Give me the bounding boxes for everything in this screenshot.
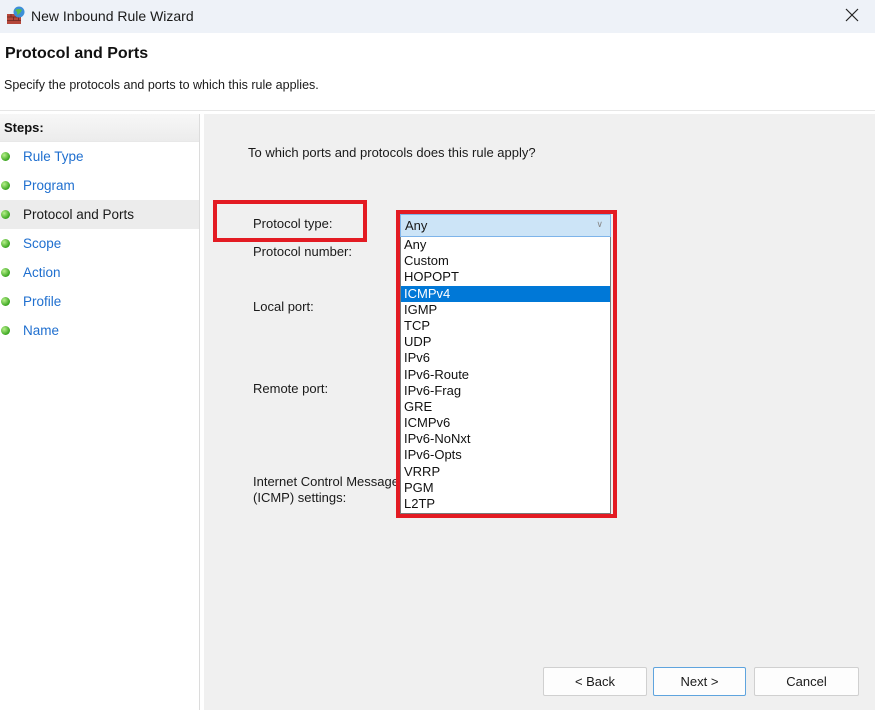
step-scope[interactable]: Scope [0, 229, 199, 258]
protocol-option-gre[interactable]: GRE [401, 399, 610, 415]
window-title: New Inbound Rule Wizard [31, 8, 194, 24]
firewall-globe-icon [6, 6, 26, 26]
protocol-option-igmp[interactable]: IGMP [401, 302, 610, 318]
protocol-type-label: Protocol type: [253, 216, 333, 231]
step-pending-icon [1, 239, 10, 248]
close-button[interactable] [829, 0, 875, 33]
question-text: To which ports and protocols does this r… [248, 145, 536, 160]
cancel-button[interactable]: Cancel [754, 667, 859, 696]
page-title: Protocol and Ports [5, 45, 149, 62]
step-protocol-and-ports[interactable]: Protocol and Ports [0, 200, 199, 229]
protocol-type-value: Any [405, 218, 428, 233]
step-pending-icon [1, 297, 10, 306]
step-name[interactable]: Name [0, 316, 199, 345]
back-button[interactable]: < Back [543, 667, 647, 696]
step-label: Profile [23, 294, 62, 309]
step-label: Protocol and Ports [23, 207, 135, 222]
protocol-option-hopopt[interactable]: HOPOPT [401, 269, 610, 285]
protocol-option-vrrp[interactable]: VRRP [401, 464, 610, 480]
protocol-type-dropdown: Any Custom HOPOPT ICMPv4 IGMP TCP UDP IP… [400, 237, 611, 514]
step-label: Name [23, 323, 60, 338]
remote-port-label: Remote port: [253, 381, 329, 396]
page-subtitle: Specify the protocols and ports to which… [4, 78, 319, 92]
close-icon [845, 8, 859, 25]
step-complete-icon [1, 181, 10, 190]
steps-panel: Steps: Rule Type Program Protocol and Po… [0, 114, 200, 710]
chevron-down-icon: ∨ [596, 219, 603, 229]
protocol-option-udp[interactable]: UDP [401, 334, 610, 350]
protocol-option-tcp[interactable]: TCP [401, 318, 610, 334]
step-label: Action [23, 265, 61, 280]
protocol-option-pgm[interactable]: PGM [401, 480, 610, 496]
step-current-icon [1, 210, 10, 219]
protocol-option-any[interactable]: Any [401, 237, 610, 253]
protocol-option-l2tp[interactable]: L2TP [401, 496, 610, 512]
protocol-option-ipv6-frag[interactable]: IPv6-Frag [401, 383, 610, 399]
steps-heading: Steps: [0, 114, 199, 142]
icmp-settings-label-line1: Internet Control Message Protocol [253, 474, 398, 489]
step-rule-type[interactable]: Rule Type [0, 142, 199, 171]
next-button[interactable]: Next > [653, 667, 746, 696]
protocol-number-label: Protocol number: [253, 244, 352, 259]
step-pending-icon [1, 326, 10, 335]
step-pending-icon [1, 268, 10, 277]
protocol-option-ipv6-nonxt[interactable]: IPv6-NoNxt [401, 431, 610, 447]
protocol-type-select[interactable]: Any ∨ [400, 214, 611, 237]
step-action[interactable]: Action [0, 258, 199, 287]
step-program[interactable]: Program [0, 171, 199, 200]
step-label: Program [23, 178, 75, 193]
step-profile[interactable]: Profile [0, 287, 199, 316]
protocol-option-icmpv4[interactable]: ICMPv4 [401, 285, 610, 302]
protocol-option-ipv6-route[interactable]: IPv6-Route [401, 367, 610, 383]
step-complete-icon [1, 152, 10, 161]
icmp-settings-label-line2: (ICMP) settings: [253, 490, 347, 505]
local-port-label: Local port: [253, 299, 314, 314]
step-label: Rule Type [23, 149, 84, 164]
title-bar: New Inbound Rule Wizard [0, 0, 875, 33]
wizard-header: Protocol and Ports Specify the protocols… [0, 33, 875, 111]
protocol-option-custom[interactable]: Custom [401, 253, 610, 269]
protocol-option-ipv6[interactable]: IPv6 [401, 350, 610, 366]
protocol-option-icmpv6[interactable]: ICMPv6 [401, 415, 610, 431]
step-label: Scope [23, 236, 62, 251]
protocol-option-ipv6-opts[interactable]: IPv6-Opts [401, 447, 610, 463]
